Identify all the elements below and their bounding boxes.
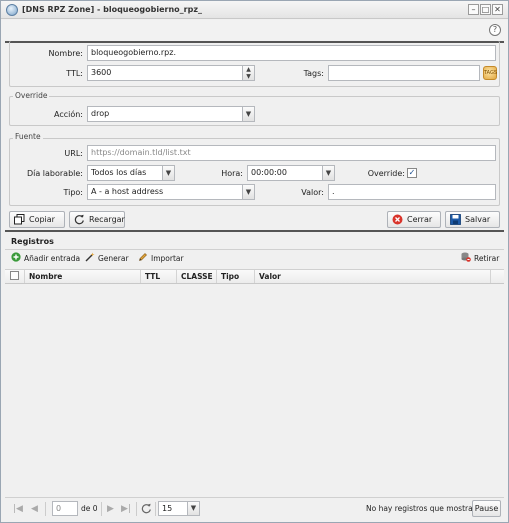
column-tipo[interactable]: Tipo	[217, 270, 255, 283]
registros-grid-body	[5, 285, 504, 494]
salvar-label: Salvar	[465, 215, 491, 224]
tags-input[interactable]	[328, 65, 480, 81]
registros-header	[5, 232, 504, 250]
tipo-select[interactable]: A - a host address ▼	[87, 184, 255, 200]
url-input[interactable]: https://domain.tld/list.txt	[87, 145, 496, 161]
close-icon	[392, 214, 403, 225]
chevron-down-icon[interactable]: ▼	[322, 166, 334, 180]
help-row: ?	[1, 20, 508, 40]
pager: |◀ ◀ 0 de 0 ▶ ▶| 15 ▼ No hay registros q…	[5, 497, 504, 519]
add-entry-label: Añadir entrada	[24, 254, 81, 263]
title-bar[interactable]: [DNS RPZ Zone] - bloqueogobierno_rpz_ – …	[1, 1, 508, 19]
page-size-select[interactable]: 15 ▼	[158, 501, 200, 516]
pencil-icon	[139, 253, 147, 261]
close-window-button[interactable]: ✕	[492, 4, 503, 15]
generar-label: Generar	[98, 254, 129, 263]
help-icon[interactable]: ?	[489, 24, 501, 36]
dia-value: Todos los días	[91, 168, 147, 177]
dia-select[interactable]: Todos los días ▼	[87, 165, 175, 181]
prev-page-icon[interactable]: ◀	[31, 503, 38, 515]
pager-separator	[155, 502, 156, 516]
page-count: de 0	[81, 504, 98, 513]
chevron-down-icon[interactable]: ▼	[162, 166, 174, 180]
fuente-legend: Fuente	[13, 132, 43, 141]
save-icon	[450, 214, 461, 225]
pager-separator	[45, 502, 46, 516]
copiar-button[interactable]: Copiar	[9, 211, 65, 228]
minimize-button[interactable]: –	[468, 4, 479, 15]
copiar-label: Copiar	[29, 215, 55, 224]
chevron-down-icon[interactable]: ▼	[242, 107, 254, 121]
pause-button[interactable]: Pause	[472, 500, 501, 517]
next-page-icon[interactable]: ▶	[107, 503, 114, 515]
hora-select[interactable]: 00:00:00 ▼	[247, 165, 335, 181]
url-label: URL:	[64, 149, 83, 158]
accion-select[interactable]: drop ▼	[87, 106, 255, 122]
first-page-icon[interactable]: |◀	[13, 503, 23, 515]
importar-label: Importar	[151, 254, 184, 263]
tipo-label: Tipo:	[63, 188, 83, 197]
retirar-button[interactable]: Retirar	[461, 251, 499, 267]
valor-input[interactable]: .	[328, 184, 496, 200]
reload-icon	[74, 214, 84, 225]
nombre-label: Nombre:	[48, 49, 83, 58]
accion-value: drop	[91, 109, 110, 118]
hora-value: 00:00:00	[251, 168, 287, 177]
rpz-zone-window: [DNS RPZ Zone] - bloqueogobierno_rpz_ – …	[0, 0, 509, 523]
retirar-label: Retirar	[474, 254, 500, 263]
grid-column-header: Nombre TTL CLASSE Tipo Valor	[5, 269, 504, 284]
hora-label: Hora:	[221, 169, 243, 178]
page-size-value: 15	[162, 504, 173, 513]
tags-label: Tags:	[303, 69, 324, 78]
column-classe[interactable]: CLASSE	[177, 270, 217, 283]
select-all-checkbox[interactable]	[10, 271, 19, 280]
copy-icon	[14, 214, 25, 225]
globe-icon	[6, 4, 18, 16]
refresh-icon[interactable]	[141, 503, 152, 514]
cerrar-button[interactable]: Cerrar	[387, 211, 441, 228]
override-check-label: Override:	[367, 169, 405, 178]
wand-icon	[85, 252, 95, 262]
page-input[interactable]: 0	[52, 501, 78, 516]
column-ttl[interactable]: TTL	[141, 270, 177, 283]
override-legend: Override	[13, 91, 50, 100]
recargar-button[interactable]: Recargar	[69, 211, 125, 228]
empty-message: No hay registros que mostrar	[366, 504, 476, 513]
accion-label: Acción:	[53, 110, 83, 119]
delete-database-icon	[461, 252, 471, 262]
column-valor[interactable]: Valor	[255, 270, 491, 283]
generar-button[interactable]: Generar	[85, 251, 129, 267]
dia-label: Día laborable:	[26, 169, 83, 178]
nombre-input[interactable]: bloqueogobierno.rpz.	[87, 45, 496, 61]
pager-separator	[101, 502, 102, 516]
add-entry-button[interactable]: Añadir entrada	[11, 251, 80, 267]
maximize-button[interactable]: □	[480, 4, 491, 15]
tipo-value: A - a host address	[91, 187, 164, 196]
cerrar-label: Cerrar	[407, 215, 433, 224]
valor-label: Valor:	[301, 188, 324, 197]
override-checkbox[interactable]: ✓	[407, 168, 417, 178]
chevron-down-icon[interactable]: ▼	[242, 185, 254, 199]
select-all-cell	[5, 270, 25, 283]
importar-button[interactable]: Importar	[138, 251, 184, 267]
last-page-icon[interactable]: ▶|	[121, 503, 131, 515]
tags-picker-icon[interactable]: TAGS	[483, 66, 497, 80]
salvar-button[interactable]: Salvar	[445, 211, 500, 228]
chevron-down-icon[interactable]: ▼	[187, 502, 199, 515]
ttl-value: 3600	[91, 68, 112, 77]
window-title: [DNS RPZ Zone] - bloqueogobierno_rpz_	[22, 5, 203, 14]
ttl-label: TTL:	[66, 69, 83, 78]
spinner-icon[interactable]: ▲ ▼	[242, 66, 254, 80]
ttl-input[interactable]: 3600 ▲ ▼	[87, 65, 255, 81]
registros-title: Registros	[11, 237, 54, 246]
pager-separator	[136, 502, 137, 516]
recargar-label: Recargar	[89, 215, 125, 224]
add-icon	[11, 252, 21, 262]
column-nombre[interactable]: Nombre	[25, 270, 141, 283]
